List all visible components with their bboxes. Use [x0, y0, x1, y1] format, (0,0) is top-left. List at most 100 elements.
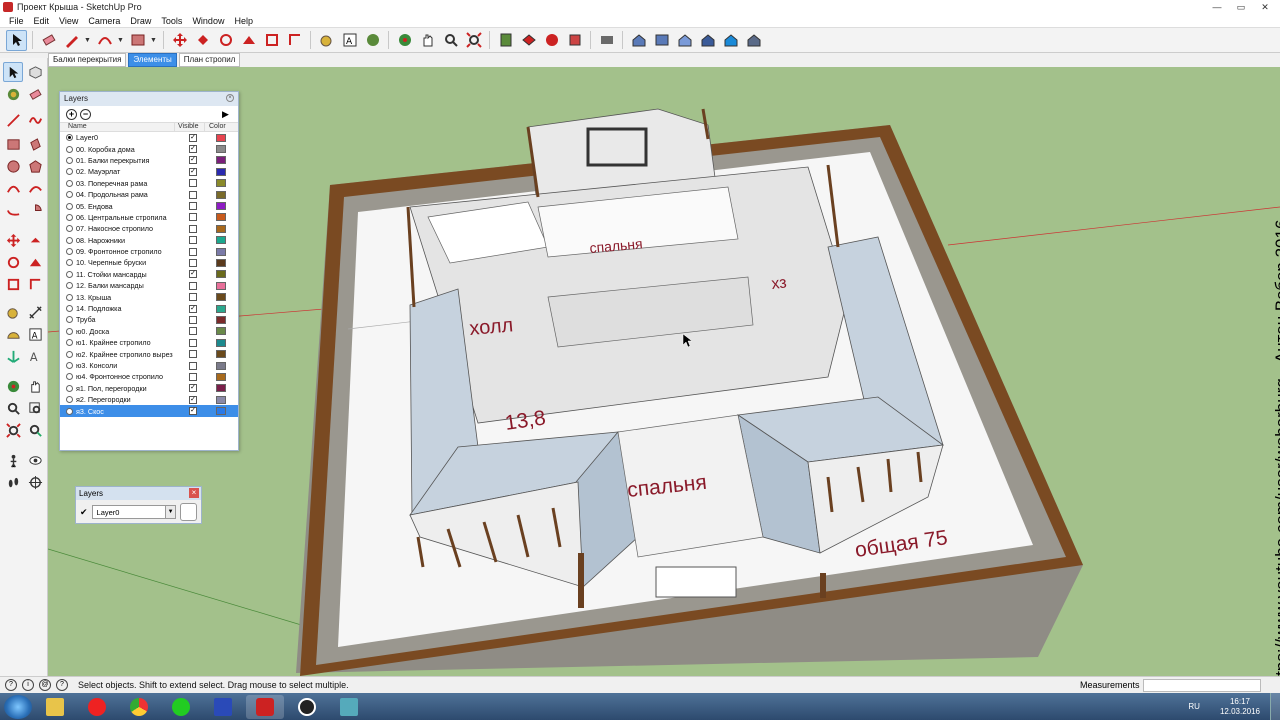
layer-name[interactable]: 11. Стойки мансарды	[76, 270, 178, 279]
layer-color-swatch[interactable]	[216, 224, 226, 233]
active-layer-radio[interactable]	[66, 145, 73, 153]
active-layer-radio[interactable]	[66, 179, 73, 187]
two-point-arc-tool[interactable]	[25, 178, 45, 198]
orbit-tool[interactable]	[3, 376, 23, 396]
layer-name[interactable]: Труба	[76, 315, 178, 324]
layer-color-swatch[interactable]	[216, 179, 226, 188]
push-pull-tool-button[interactable]	[192, 30, 213, 51]
layer-row[interactable]: ю4. Фронтонное стропило	[60, 371, 238, 382]
polygon-tool[interactable]	[25, 156, 45, 176]
paint-bucket-tool[interactable]	[3, 84, 23, 104]
menu-view[interactable]: View	[54, 16, 83, 26]
layer-row[interactable]: я3. Скос ✓	[60, 405, 238, 417]
section-plane-tool[interactable]	[25, 472, 45, 492]
layer-name[interactable]: я3. Скос	[76, 407, 178, 416]
walk-tool[interactable]	[3, 472, 23, 492]
layer-visible-checkbox[interactable]	[189, 293, 197, 302]
components-button[interactable]	[596, 30, 617, 51]
layer-color-swatch[interactable]	[216, 202, 226, 211]
tape-measure-tool[interactable]	[3, 302, 23, 322]
scale-tool[interactable]	[3, 274, 23, 294]
active-layer-radio[interactable]	[66, 270, 73, 278]
close-icon[interactable]: ×	[189, 488, 199, 498]
rotate-tool[interactable]	[3, 252, 23, 272]
make-component-tool[interactable]	[25, 62, 45, 82]
layer-color-swatch[interactable]	[216, 145, 226, 154]
layer-color-swatch[interactable]	[216, 133, 226, 142]
three-point-arc-tool[interactable]	[3, 200, 23, 220]
layer-row[interactable]: 01. Балки перекрытия ✓	[60, 155, 238, 166]
close-button[interactable]: ✕	[1254, 1, 1276, 13]
move-tool-button[interactable]	[169, 30, 190, 51]
maximize-button[interactable]: ▭	[1230, 1, 1252, 13]
menu-edit[interactable]: Edit	[29, 16, 55, 26]
active-layer-radio[interactable]	[66, 327, 73, 335]
push-pull-tool[interactable]	[25, 230, 45, 250]
layer-row[interactable]: 08. Нарожники	[60, 235, 238, 246]
view-back-button[interactable]	[720, 30, 741, 51]
circle-tool[interactable]	[3, 156, 23, 176]
current-layer-select[interactable]: Layer0 ▼	[91, 505, 177, 519]
zoom-window-tool[interactable]	[25, 398, 45, 418]
chevron-down-icon[interactable]: ▼	[150, 37, 158, 44]
active-layer-radio[interactable]	[66, 202, 73, 210]
help-icon[interactable]: ?	[56, 679, 68, 691]
offset-tool[interactable]	[25, 274, 45, 294]
layer-name[interactable]: 13. Крыша	[76, 293, 178, 302]
layer-row[interactable]: Труба	[60, 314, 238, 325]
column-visible[interactable]: Visible	[175, 123, 205, 131]
taskbar-chrome[interactable]	[120, 695, 158, 719]
rotate-tool-button[interactable]	[215, 30, 236, 51]
taskbar-explorer[interactable]	[36, 695, 74, 719]
layer-color-swatch[interactable]	[216, 338, 226, 347]
layer-color-swatch[interactable]	[216, 293, 226, 302]
active-layer-radio[interactable]	[66, 259, 73, 267]
rectangle-tool-button[interactable]	[127, 30, 148, 51]
layer-row[interactable]: Layer0 ✓	[60, 132, 238, 143]
arc-tool-button[interactable]	[94, 30, 115, 51]
select-tool[interactable]	[3, 62, 23, 82]
minimize-button[interactable]: —	[1206, 1, 1228, 13]
layer-visible-checkbox[interactable]	[189, 281, 197, 290]
layer-color-swatch[interactable]	[216, 327, 226, 336]
view-right-button[interactable]	[697, 30, 718, 51]
layer-color-swatch[interactable]	[216, 213, 226, 222]
zoom-tool-button[interactable]	[440, 30, 461, 51]
layer-name[interactable]: 01. Балки перекрытия	[76, 156, 178, 165]
layer-row[interactable]: 05. Ендова	[60, 200, 238, 211]
layer-visible-checkbox[interactable]: ✓	[189, 167, 197, 176]
delete-layer-button[interactable]: −	[80, 108, 91, 120]
scene-tab-elements[interactable]: Элементы	[128, 53, 177, 67]
active-layer-radio[interactable]	[66, 407, 73, 415]
layer-visible-checkbox[interactable]: ✓	[189, 133, 197, 142]
layer-visible-checkbox[interactable]: ✓	[189, 304, 197, 313]
layer-name[interactable]: 14. Подложка	[76, 304, 178, 313]
active-layer-radio[interactable]	[66, 236, 73, 244]
taskbar-sketchup[interactable]	[246, 694, 284, 719]
layer-row[interactable]: я2. Перегородки ✓	[60, 394, 238, 405]
layer-color-swatch[interactable]	[216, 315, 226, 324]
layer-row[interactable]: ю2. Крайнее стропило вырез	[60, 348, 238, 359]
active-layer-radio[interactable]	[66, 248, 73, 256]
active-layer-radio[interactable]	[66, 362, 73, 369]
layer-visible-checkbox[interactable]: ✓	[189, 395, 197, 404]
layer-name[interactable]: 07. Накосное стропило	[76, 224, 178, 233]
layer-manager-button[interactable]	[180, 503, 197, 521]
layer-row[interactable]: 00. Коробка дома ✓	[60, 143, 238, 154]
layer-name[interactable]: 02. Мауэрлат	[76, 167, 178, 176]
layer-row[interactable]: 12. Балки мансарды	[60, 280, 238, 291]
menu-window[interactable]: Window	[187, 16, 229, 26]
view-front-button[interactable]	[674, 30, 695, 51]
view-left-button[interactable]	[743, 30, 764, 51]
layer-color-swatch[interactable]	[216, 156, 226, 165]
zoom-extents-button[interactable]	[463, 30, 484, 51]
active-layer-radio[interactable]	[66, 156, 73, 164]
layer-row[interactable]: ю1. Крайнее стропило	[60, 337, 238, 348]
pan-tool-button[interactable]	[417, 30, 438, 51]
layer-visible-checkbox[interactable]	[189, 179, 197, 188]
layer-name[interactable]: ю1. Крайнее стропило	[76, 338, 178, 347]
layer-color-swatch[interactable]	[216, 247, 226, 256]
menu-camera[interactable]: Camera	[83, 16, 125, 26]
layer-name[interactable]: ю4. Фронтонное стропило	[76, 372, 178, 381]
active-layer-radio[interactable]	[66, 191, 73, 199]
